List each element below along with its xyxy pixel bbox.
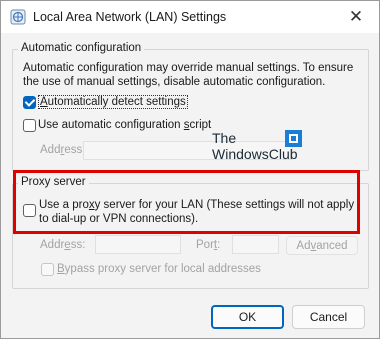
windowsclub-logo-icon xyxy=(285,130,302,147)
network-settings-icon xyxy=(10,9,26,25)
use-config-script-label[interactable]: Use automatic configuration script xyxy=(38,119,211,131)
auto-detect-settings-checkbox[interactable] xyxy=(23,96,36,109)
watermark-line2: WindowsClub xyxy=(212,146,298,162)
cancel-button[interactable]: Cancel xyxy=(292,305,365,329)
script-address-label: Address xyxy=(40,144,83,156)
advanced-button[interactable]: Ad v anced xyxy=(286,236,358,255)
automatic-configuration-description: Automatic configuration may override man… xyxy=(23,62,354,88)
auto-detect-settings-label[interactable]: Automatically detect settings xyxy=(38,95,188,109)
use-config-script-checkbox[interactable] xyxy=(23,119,36,132)
bypass-local-label[interactable]: Bypass proxy server for local addresses xyxy=(57,263,261,275)
automatic-configuration-legend: Automatic configuration xyxy=(18,42,145,54)
proxy-address-label: Address: xyxy=(40,239,86,251)
proxy-address-input[interactable] xyxy=(95,235,181,254)
title-bar[interactable]: Local Area Network (LAN) Settings ✕ xyxy=(1,1,379,33)
proxy-port-label: Port: xyxy=(196,239,221,251)
lan-settings-dialog: Local Area Network (LAN) Settings ✕ Auto… xyxy=(0,0,380,339)
thewindowsclub-watermark: The WindowsClub xyxy=(212,130,302,162)
ok-button[interactable]: OK xyxy=(211,305,284,329)
bypass-local-checkbox[interactable] xyxy=(41,263,54,276)
proxy-port-input[interactable] xyxy=(232,235,279,254)
proxy-highlight-box xyxy=(13,170,360,234)
close-button[interactable]: ✕ xyxy=(333,1,379,33)
window-title: Local Area Network (LAN) Settings xyxy=(33,10,227,24)
close-icon: ✕ xyxy=(348,7,364,26)
